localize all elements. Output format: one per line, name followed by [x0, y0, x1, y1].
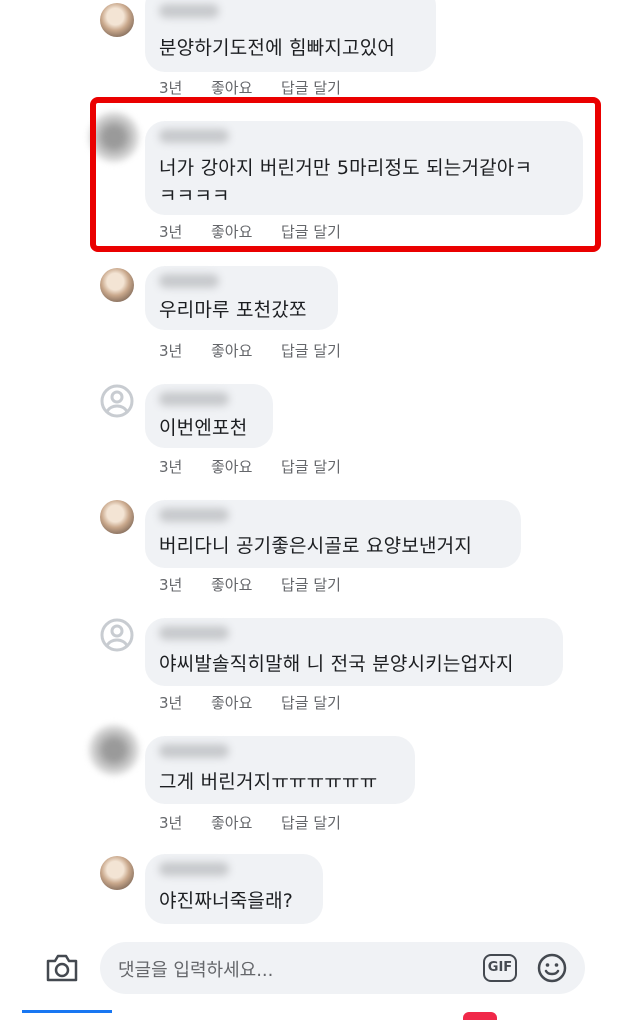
comment-time: 3년	[159, 576, 183, 594]
comment-bubble: 우리마루 포천갔쪼	[145, 266, 338, 330]
avatar[interactable]	[88, 724, 140, 776]
reply-button[interactable]: 답글 달기	[281, 692, 341, 713]
comment-text: 이번엔포천	[159, 417, 248, 439]
camera-icon[interactable]	[44, 952, 80, 984]
commenter-name[interactable]	[159, 274, 219, 288]
like-button[interactable]: 좋아요	[211, 574, 252, 595]
commenter-name[interactable]	[159, 392, 229, 406]
commenter-name[interactable]	[159, 862, 229, 876]
like-button[interactable]: 좋아요	[211, 692, 252, 713]
comment-input-bar: 댓글을 입력하세요... GIF	[0, 928, 640, 1020]
default-avatar-icon[interactable]	[100, 618, 134, 652]
comment-bubble: 그게 버린거지ㅠㅠㅠㅠㅠㅠ	[145, 736, 415, 804]
reply-button[interactable]: 답글 달기	[281, 812, 341, 833]
comment-text: 그게 버린거지ㅠㅠㅠㅠㅠㅠ	[159, 771, 378, 793]
comment-time: 3년	[159, 79, 183, 97]
gif-button[interactable]: GIF	[483, 954, 517, 982]
comment-text: 야씨발솔직히말해 니 전국 분양시키는업자지	[159, 653, 514, 675]
commenter-name[interactable]	[159, 626, 229, 640]
comment-bubble: 분양하기도전에 힘빠지고있어	[145, 0, 436, 72]
avatar[interactable]	[100, 856, 134, 890]
reply-button[interactable]: 답글 달기	[281, 340, 341, 361]
comment-text: 분양하기도전에 힘빠지고있어	[159, 37, 396, 59]
avatar[interactable]	[100, 268, 134, 302]
comment-text: 버리다니 공기좋은시골로 요양보낸거지	[159, 535, 473, 557]
active-tab-indicator	[22, 1010, 112, 1013]
reply-button[interactable]: 답글 달기	[281, 456, 341, 477]
comment-text: 야진짜너죽을래?	[159, 890, 294, 912]
like-button[interactable]: 좋아요	[211, 77, 252, 98]
commenter-name[interactable]	[159, 508, 229, 522]
gif-label: GIF	[487, 960, 513, 975]
comment-time: 3년	[159, 342, 183, 360]
comment-time: 3년	[159, 694, 183, 712]
like-button[interactable]: 좋아요	[211, 812, 252, 833]
comment-input-placeholder: 댓글을 입력하세요...	[118, 960, 274, 981]
default-avatar-icon[interactable]	[100, 384, 134, 418]
comment-text: 우리마루 포천갔쪼	[159, 299, 307, 321]
notification-indicator	[463, 1012, 497, 1020]
commenter-name[interactable]	[159, 4, 219, 18]
avatar[interactable]	[100, 3, 134, 37]
smiley-icon[interactable]	[536, 952, 568, 984]
comment-bubble: 이번엔포천	[145, 384, 273, 448]
avatar[interactable]	[100, 500, 134, 534]
comment-input[interactable]: 댓글을 입력하세요... GIF	[100, 942, 585, 994]
comment-time: 3년	[159, 458, 183, 476]
like-button[interactable]: 좋아요	[211, 456, 252, 477]
comment-bubble: 야씨발솔직히말해 니 전국 분양시키는업자지	[145, 618, 563, 686]
comment-bubble: 버리다니 공기좋은시골로 요양보낸거지	[145, 500, 521, 568]
like-button[interactable]: 좋아요	[211, 340, 252, 361]
reply-button[interactable]: 답글 달기	[281, 77, 341, 98]
commenter-name[interactable]	[159, 744, 229, 758]
comment-time: 3년	[159, 814, 183, 832]
reply-button[interactable]: 답글 달기	[281, 574, 341, 595]
highlight-box	[90, 97, 601, 252]
comment-bubble: 야진짜너죽을래?	[145, 854, 323, 924]
